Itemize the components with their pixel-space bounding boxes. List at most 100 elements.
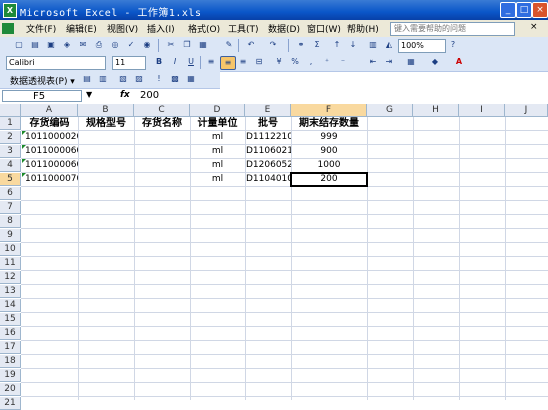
- open-icon[interactable]: ▤: [28, 39, 42, 51]
- row-header[interactable]: 21: [0, 397, 21, 410]
- save-icon[interactable]: ▣: [44, 39, 58, 51]
- new-icon[interactable]: ▢: [12, 39, 26, 51]
- cell-item-code[interactable]: 1011000060: [25, 145, 78, 158]
- italic-button[interactable]: I: [168, 56, 182, 68]
- font-size-select[interactable]: 11: [112, 56, 146, 70]
- cell-item-code[interactable]: 1011000060: [25, 159, 78, 172]
- print-icon[interactable]: ⎙: [92, 39, 106, 51]
- research-icon[interactable]: ◉: [140, 39, 154, 51]
- cell-unit[interactable]: ml: [190, 131, 245, 144]
- menu-tools[interactable]: 工具(T): [228, 22, 259, 35]
- comma-button[interactable]: ,: [304, 56, 318, 68]
- row-header[interactable]: 7: [0, 201, 21, 214]
- row-header[interactable]: 12: [0, 271, 21, 284]
- bold-button[interactable]: B: [152, 56, 166, 68]
- align-right-icon[interactable]: ≡: [236, 56, 250, 68]
- pivot-show-icon[interactable]: ▨: [132, 73, 146, 85]
- row-header[interactable]: 20: [0, 383, 21, 396]
- font-color-icon[interactable]: A: [452, 56, 466, 68]
- cell-unit[interactable]: ml: [190, 159, 245, 172]
- cell-unit[interactable]: ml: [190, 145, 245, 158]
- decrease-indent-icon[interactable]: ⇤: [366, 56, 380, 68]
- cell-ending-qty[interactable]: 1000: [291, 159, 367, 172]
- cell-batch[interactable]: D11060212: [246, 145, 291, 158]
- column-header-a[interactable]: A: [21, 104, 78, 117]
- spelling-icon[interactable]: ✓: [124, 39, 138, 51]
- email-icon[interactable]: ✉: [76, 39, 90, 51]
- merge-center-icon[interactable]: ⊟: [252, 56, 266, 68]
- column-header-f[interactable]: F: [291, 104, 367, 117]
- font-name-select[interactable]: Calibri: [6, 56, 106, 70]
- currency-icon[interactable]: ¥: [272, 56, 286, 68]
- cell-item-code[interactable]: 1011000020: [25, 131, 78, 144]
- percent-button[interactable]: %: [288, 56, 302, 68]
- chart-wizard-icon[interactable]: ▥: [366, 39, 380, 51]
- pivot-field-list-icon[interactable]: ▦: [184, 73, 198, 85]
- column-header-j[interactable]: J: [505, 104, 548, 117]
- print-preview-icon[interactable]: ◎: [108, 39, 122, 51]
- formula-input[interactable]: 200: [140, 90, 159, 101]
- cell-batch[interactable]: D11122105: [246, 131, 291, 144]
- row-header[interactable]: 3: [0, 145, 21, 158]
- column-header-h[interactable]: H: [413, 104, 459, 117]
- cell-ending-qty[interactable]: 900: [291, 145, 367, 158]
- row-header[interactable]: 19: [0, 369, 21, 382]
- row-header[interactable]: 18: [0, 355, 21, 368]
- menu-file[interactable]: 文件(F): [26, 22, 56, 35]
- select-all-corner[interactable]: [0, 104, 21, 117]
- name-box-dropdown-icon[interactable]: ▼: [86, 90, 92, 99]
- autosum-icon[interactable]: Σ: [310, 39, 324, 51]
- cell-batch[interactable]: D12060528: [246, 159, 291, 172]
- menu-data[interactable]: 数据(D): [268, 22, 300, 35]
- cell-header-batch[interactable]: 批号: [245, 117, 291, 130]
- insert-function-icon[interactable]: fx: [120, 90, 130, 100]
- row-header[interactable]: 16: [0, 327, 21, 340]
- fill-color-icon[interactable]: ◆: [428, 56, 442, 68]
- row-header[interactable]: 9: [0, 229, 21, 242]
- cell-unit[interactable]: ml: [190, 173, 245, 186]
- pivot-table-menu[interactable]: 数据透视表(P) ▾: [10, 74, 75, 87]
- close-button[interactable]: ×: [532, 2, 548, 18]
- redo-icon[interactable]: ↷: [266, 39, 280, 51]
- column-header-e[interactable]: E: [245, 104, 291, 117]
- align-left-icon[interactable]: ≡: [204, 56, 218, 68]
- sort-ascending-icon[interactable]: ↑: [330, 39, 344, 51]
- column-header-g[interactable]: G: [367, 104, 413, 117]
- borders-icon[interactable]: ▦: [404, 56, 418, 68]
- row-header[interactable]: 4: [0, 159, 21, 172]
- cell-item-code[interactable]: 1011000070: [25, 173, 78, 186]
- align-center-icon[interactable]: ≡: [220, 56, 236, 70]
- pivot-chart-icon[interactable]: ▥: [96, 73, 110, 85]
- menu-insert[interactable]: 插入(I): [147, 22, 175, 35]
- sort-descending-icon[interactable]: ↓: [346, 39, 360, 51]
- row-header[interactable]: 2: [0, 131, 21, 144]
- pivot-settings-icon[interactable]: ▩: [168, 73, 182, 85]
- menu-window[interactable]: 窗口(W): [307, 22, 341, 35]
- workbook-close-icon[interactable]: ×: [530, 22, 538, 32]
- drawing-icon[interactable]: ◭: [382, 39, 396, 51]
- row-header[interactable]: 1: [0, 117, 21, 130]
- cell-header-unit[interactable]: 计量单位: [190, 117, 245, 130]
- column-header-d[interactable]: D: [190, 104, 245, 117]
- permission-icon[interactable]: ◈: [60, 39, 74, 51]
- hyperlink-icon[interactable]: ⚭: [294, 39, 308, 51]
- increase-indent-icon[interactable]: ⇥: [382, 56, 396, 68]
- increase-decimal-icon[interactable]: ⁺: [320, 56, 334, 68]
- row-header[interactable]: 10: [0, 243, 21, 256]
- help-icon[interactable]: ?: [446, 39, 460, 51]
- decrease-decimal-icon[interactable]: ⁻: [336, 56, 350, 68]
- cell-header-item-code[interactable]: 存货编码: [21, 117, 78, 130]
- copy-icon[interactable]: ❐: [180, 39, 194, 51]
- undo-icon[interactable]: ↶: [244, 39, 258, 51]
- cell-ending-qty[interactable]: 999: [291, 131, 367, 144]
- format-painter-icon[interactable]: ✎: [222, 39, 236, 51]
- column-header-i[interactable]: I: [459, 104, 505, 117]
- cut-icon[interactable]: ✂: [164, 39, 178, 51]
- cell-header-spec[interactable]: 规格型号: [78, 117, 134, 130]
- minimize-button[interactable]: _: [500, 2, 516, 18]
- underline-button[interactable]: U: [184, 56, 198, 68]
- row-header[interactable]: 17: [0, 341, 21, 354]
- menu-format[interactable]: 格式(O): [188, 22, 220, 35]
- paste-icon[interactable]: ▦: [196, 39, 210, 51]
- row-header[interactable]: 5: [0, 173, 21, 186]
